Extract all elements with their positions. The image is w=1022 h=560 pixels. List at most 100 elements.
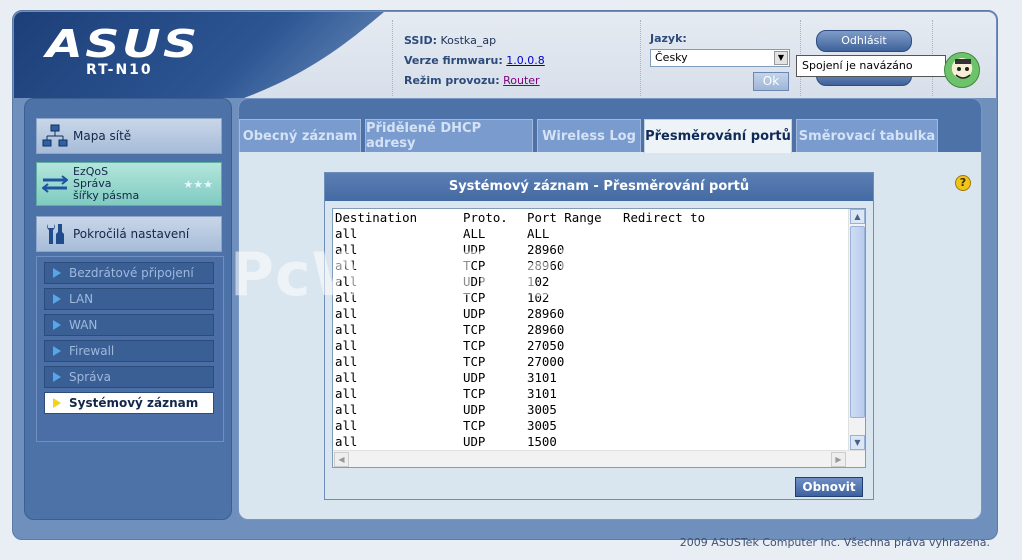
bandwidth-icon <box>37 174 73 194</box>
log-col-header: Redirect to <box>623 210 706 225</box>
refresh-button[interactable]: Obnovit <box>795 477 863 497</box>
log-cell-port-range: 27050 <box>527 338 565 353</box>
sidebar-subitem-system-log[interactable]: Systémový záznam <box>44 392 214 414</box>
sidebar-item-ezqos[interactable]: EzQoS Správa šířky pásma ★★★ <box>36 162 222 206</box>
log-cell-destination: all <box>335 418 358 433</box>
firmware-label: Verze firmwaru: <box>404 54 503 67</box>
log-cell-port-range: 27000 <box>527 354 565 369</box>
logout-button[interactable]: Odhlásit <box>816 30 912 52</box>
sidebar-item-label: EzQoS Správa šířky pásma <box>73 166 139 202</box>
log-cell-destination: all <box>335 386 358 401</box>
watermark: PcWinTech.com <box>230 240 767 310</box>
tab-wireless-log[interactable]: Wireless Log <box>537 119 641 152</box>
tab-port-forwarding[interactable]: Přesměrování portů <box>644 119 792 153</box>
log-cell-destination: all <box>335 434 358 449</box>
log-cell-proto: TCP <box>463 338 486 353</box>
sidebar-subitem-label: WAN <box>69 318 98 332</box>
tab-routing-table[interactable]: Směrovací tabulka <box>796 119 938 152</box>
dropdown-arrow-icon[interactable]: ▼ <box>774 51 788 65</box>
stars-icon: ★★★ <box>183 177 213 191</box>
header-divider <box>640 20 641 96</box>
arrow-right-icon <box>53 346 61 356</box>
ok-button[interactable]: Ok <box>753 72 789 91</box>
log-row: all TCP 3101 <box>335 386 847 402</box>
sidebar-subitem-label: Bezdrátové připojení <box>69 266 194 280</box>
arrow-right-icon <box>53 268 61 278</box>
sidebar-subitem-firewall[interactable]: Firewall <box>44 340 214 362</box>
sidebar-subitem-label: Systémový záznam <box>69 396 199 410</box>
mode-label: Režim provozu: <box>404 74 500 87</box>
language-selected: Česky <box>655 51 688 64</box>
sidebar-subitem-lan[interactable]: LAN <box>44 288 214 310</box>
horizontal-scrollbar[interactable]: ◀ ▶ <box>333 450 865 467</box>
log-row: all UDP 1500 <box>335 434 847 450</box>
log-cell-port-range: 3101 <box>527 370 557 385</box>
mode-link[interactable]: Router <box>503 74 539 87</box>
log-cell-proto: UDP <box>463 370 486 385</box>
tab-dhcp-leases[interactable]: Přidělené DHCP adresy <box>365 119 533 152</box>
tab-general-log[interactable]: Obecný záznam <box>239 119 361 152</box>
log-cell-proto: TCP <box>463 386 486 401</box>
firmware-link[interactable]: 1.0.0.8 <box>506 54 544 67</box>
mode-info: Režim provozu: Router <box>404 74 540 87</box>
header-divider <box>392 20 393 96</box>
footer-copyright: 2009 ASUSTek Computer Inc. Všechna práva… <box>679 536 990 549</box>
sidebar-item-label: Mapa sítě <box>73 129 132 143</box>
sidebar-subitem-administration[interactable]: Správa <box>44 366 214 388</box>
log-col-header: Destination <box>335 210 418 225</box>
log-row: all UDP 3005 <box>335 402 847 418</box>
scroll-down-icon[interactable]: ▼ <box>850 435 865 450</box>
sidebar-subitem-label: LAN <box>69 292 94 306</box>
log-cell-port-range: 1500 <box>527 434 557 449</box>
log-cell-destination: all <box>335 370 358 385</box>
log-cell-proto: TCP <box>463 418 486 433</box>
connection-status-tooltip: Spojení je navázáno <box>796 55 946 77</box>
log-cell-destination: all <box>335 402 358 417</box>
panel-title: Systémový záznam - Přesměrování portů <box>325 173 873 201</box>
log-row: all TCP 28960 <box>335 322 847 338</box>
log-cell-proto: TCP <box>463 354 486 369</box>
log-row: all TCP 27050 <box>335 338 847 354</box>
scroll-thumb[interactable] <box>850 226 865 418</box>
language-label: Jazyk: <box>650 32 687 45</box>
sidebar-item-label: Pokročilá nastavení <box>73 227 190 241</box>
sidebar-label-line: šířky pásma <box>73 189 140 202</box>
arrow-right-icon <box>53 372 61 382</box>
sidebar-item-advanced-settings[interactable]: Pokročilá nastavení <box>36 216 222 252</box>
log-cell-proto: UDP <box>463 434 486 449</box>
model-name: RT-N10 <box>86 62 153 78</box>
log-cell-proto: UDP <box>463 402 486 417</box>
log-header-row: Destination Proto. Port Range Redirect to <box>335 210 847 226</box>
status-avatar-icon[interactable] <box>944 52 980 88</box>
log-row: all TCP 27000 <box>335 354 847 370</box>
sidebar-item-network-map[interactable]: Mapa sítě <box>36 118 222 154</box>
log-cell-destination: all <box>335 322 358 337</box>
network-map-icon <box>37 124 73 148</box>
scroll-up-icon[interactable]: ▲ <box>850 209 865 224</box>
log-col-header: Port Range <box>527 210 602 225</box>
vertical-scrollbar[interactable]: ▲ ▼ <box>848 209 865 451</box>
log-row: all TCP 3005 <box>335 418 847 434</box>
log-cell-destination: all <box>335 354 358 369</box>
asus-logo: ASUS <box>46 22 200 66</box>
log-cell-port-range: 3005 <box>527 402 557 417</box>
arrow-right-icon <box>53 398 61 408</box>
log-cell-proto: TCP <box>463 322 486 337</box>
scroll-left-icon[interactable]: ◀ <box>334 452 349 467</box>
ssid-label: SSID: <box>404 34 437 47</box>
log-cell-port-range: 3005 <box>527 418 557 433</box>
ssid-value: Kostka_ap <box>440 34 497 47</box>
language-select[interactable]: Česky ▼ <box>650 49 790 67</box>
log-panel: Systémový záznam - Přesměrování portů De… <box>324 172 874 500</box>
help-icon[interactable]: ? <box>955 175 971 191</box>
sidebar-subitem-wireless[interactable]: Bezdrátové připojení <box>44 262 214 284</box>
sidebar-subitem-label: Firewall <box>69 344 115 358</box>
log-cell-port-range: 3101 <box>527 386 557 401</box>
arrow-right-icon <box>53 320 61 330</box>
scroll-right-icon[interactable]: ▶ <box>831 452 846 467</box>
firmware-info: Verze firmwaru: 1.0.0.8 <box>404 54 545 67</box>
sidebar-subitem-wan[interactable]: WAN <box>44 314 214 336</box>
log-cell-port-range: 28960 <box>527 322 565 337</box>
arrow-right-icon <box>53 294 61 304</box>
sidebar-subitem-label: Správa <box>69 370 111 384</box>
